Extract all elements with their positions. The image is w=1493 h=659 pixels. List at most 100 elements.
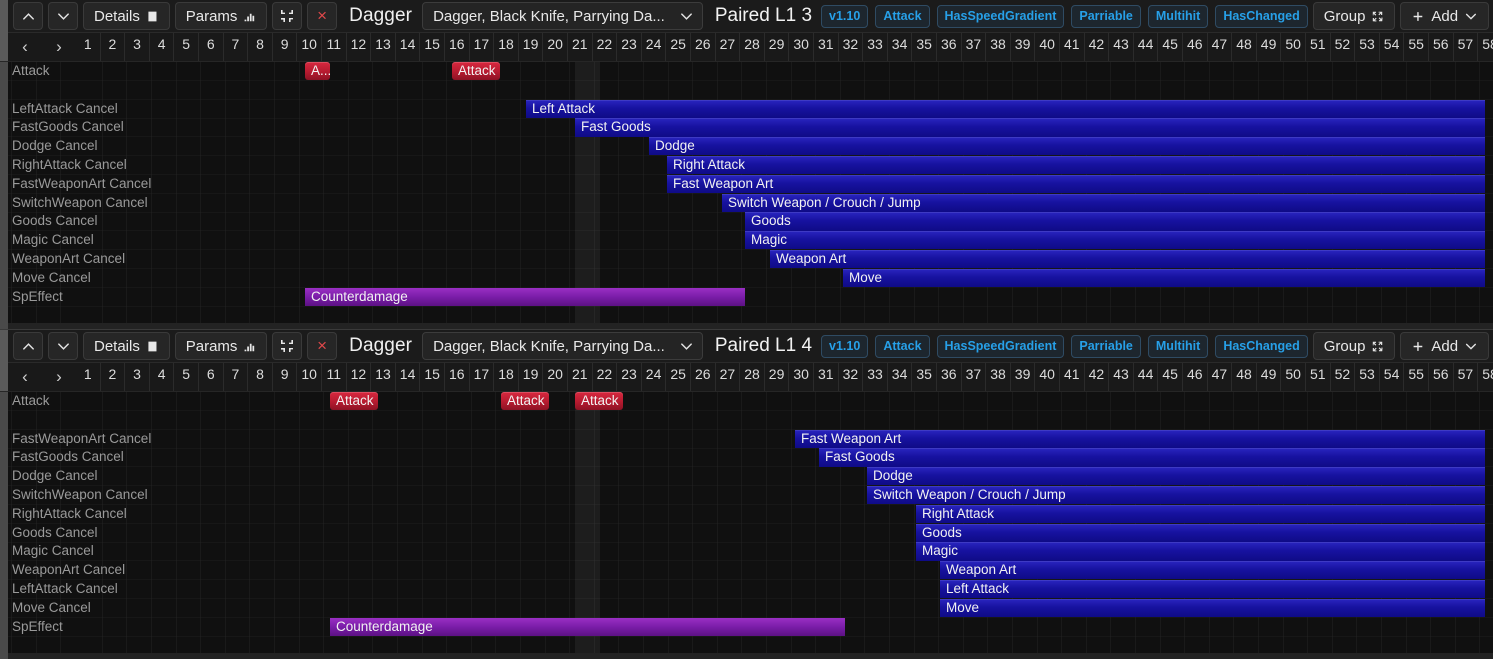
ruler-tick: 27 bbox=[716, 33, 741, 61]
ruler-next-button[interactable]: › bbox=[42, 363, 76, 391]
details-button[interactable]: Details bbox=[83, 332, 170, 360]
collapse-down-button[interactable] bbox=[48, 2, 78, 30]
ruler-tick: 35 bbox=[912, 33, 937, 61]
timeline-bar[interactable]: Counterdamage bbox=[330, 617, 845, 636]
ruler-prev-button[interactable]: ‹ bbox=[8, 363, 42, 391]
ruler-tick: 58 bbox=[1478, 363, 1493, 391]
collapse-down-button[interactable] bbox=[48, 332, 78, 360]
details-button[interactable]: Details bbox=[83, 2, 170, 30]
ruler-tick: 51 bbox=[1306, 33, 1331, 61]
row-label: Dodge Cancel bbox=[12, 138, 98, 154]
tag-parriable[interactable]: Parriable bbox=[1071, 4, 1141, 28]
fit-button[interactable] bbox=[272, 2, 303, 30]
ruler-tick: 39 bbox=[1011, 33, 1036, 61]
ruler-tick: 57 bbox=[1454, 363, 1479, 391]
timeline-bar[interactable]: Goods bbox=[745, 212, 1485, 231]
timeline-bar[interactable]: Left Attack bbox=[526, 99, 1485, 118]
add-button[interactable]: Add bbox=[1400, 332, 1489, 360]
tracks-bottom-bar bbox=[0, 653, 1493, 659]
weapon-select[interactable]: Dagger, Black Knife, Parrying Da... bbox=[422, 332, 703, 360]
close-button[interactable]: × bbox=[307, 2, 338, 30]
timeline-bar[interactable]: Fast Goods bbox=[575, 118, 1485, 137]
ruler-tick: 18 bbox=[494, 363, 519, 391]
tag-hasspeedgradient[interactable]: HasSpeedGradient bbox=[936, 334, 1065, 358]
timeline-bar[interactable]: Move bbox=[940, 598, 1485, 617]
group-button[interactable]: Group bbox=[1312, 332, 1396, 360]
timeline-row: Dodge Cancel Dodge bbox=[0, 467, 1493, 486]
fit-button[interactable] bbox=[272, 332, 303, 360]
timeline-bar[interactable]: Switch Weapon / Crouch / Jump bbox=[722, 193, 1485, 212]
collapse-arrows-icon bbox=[281, 340, 294, 352]
chevron-down-icon bbox=[57, 12, 69, 20]
timeline-bar[interactable]: Right Attack bbox=[916, 504, 1485, 523]
chevron-up-icon bbox=[22, 12, 34, 20]
row-label: WeaponArt Cancel bbox=[12, 251, 126, 266]
ruler-tick: 11 bbox=[322, 363, 347, 391]
ruler-prev-button[interactable]: ‹ bbox=[8, 33, 42, 61]
add-button[interactable]: Add bbox=[1400, 2, 1489, 30]
group-button[interactable]: Group bbox=[1312, 2, 1396, 30]
ruler-tick: 52 bbox=[1331, 33, 1356, 61]
tag-v110[interactable]: v1.10 bbox=[821, 334, 869, 358]
ruler-tick: 47 bbox=[1208, 33, 1233, 61]
timeline-row: Attack Attack Attack Attack bbox=[0, 392, 1493, 411]
tag-parriable[interactable]: Parriable bbox=[1071, 334, 1141, 358]
timeline-bar[interactable]: Right Attack bbox=[667, 156, 1485, 175]
timeline-bar[interactable]: Magic bbox=[745, 231, 1485, 250]
timeline-bar[interactable]: Switch Weapon / Crouch / Jump bbox=[867, 486, 1485, 505]
plus-icon bbox=[1414, 11, 1423, 21]
collapse-up-button[interactable] bbox=[13, 332, 43, 360]
timeline-row: RightAttack Cancel Right Attack bbox=[0, 504, 1493, 524]
timeline-bar[interactable]: Dodge bbox=[867, 467, 1485, 486]
timeline-bar[interactable]: Goods bbox=[916, 523, 1485, 542]
timeline-bar[interactable]: Attack bbox=[501, 392, 549, 411]
tag-v110[interactable]: v1.10 bbox=[821, 4, 869, 28]
animation-name: Paired L1 4 bbox=[714, 335, 813, 356]
timeline-bar[interactable]: A... bbox=[305, 62, 330, 81]
params-label: Params bbox=[185, 337, 238, 355]
timeline-bar[interactable]: Fast Weapon Art bbox=[667, 174, 1485, 193]
ruler-tick: 33 bbox=[863, 363, 888, 391]
ruler-tick: 29 bbox=[765, 363, 790, 391]
timeline-bar[interactable]: Dodge bbox=[649, 137, 1485, 156]
tag-attack[interactable]: Attack bbox=[875, 4, 930, 28]
timeline-bar[interactable]: Weapon Art bbox=[940, 561, 1485, 580]
timeline-bar[interactable]: Attack bbox=[330, 392, 378, 411]
tag-multihit[interactable]: Multihit bbox=[1147, 334, 1209, 358]
ruler-tick: 8 bbox=[248, 363, 273, 391]
params-button[interactable]: Params bbox=[174, 332, 268, 360]
timeline-bar[interactable]: Counterdamage bbox=[305, 287, 745, 306]
timeline-bar[interactable]: Weapon Art bbox=[770, 250, 1485, 269]
params-button[interactable]: Params bbox=[174, 2, 268, 30]
panel-toolbar: Details Params × Dagger Dagger, Black Knife,… bbox=[0, 0, 1493, 33]
weapon-select[interactable]: Dagger, Black Knife, Parrying Da... bbox=[422, 2, 703, 30]
ruler-tick: 21 bbox=[568, 33, 593, 61]
ruler-gutter bbox=[0, 363, 8, 391]
timeline-bar[interactable]: Magic bbox=[916, 542, 1485, 561]
timeline-bar[interactable]: Attack bbox=[452, 62, 500, 81]
tag-haschanged[interactable]: HasChanged bbox=[1215, 4, 1308, 28]
timeline-row: Attack A... Attack bbox=[0, 62, 1493, 81]
row-label: LeftAttack Cancel bbox=[12, 100, 118, 116]
tag-haschanged[interactable]: HasChanged bbox=[1215, 334, 1308, 358]
timeline-bar[interactable]: Move bbox=[843, 268, 1485, 287]
ruler-tick: 39 bbox=[1011, 363, 1036, 391]
collapse-up-button[interactable] bbox=[13, 2, 43, 30]
tag-attack[interactable]: Attack bbox=[875, 334, 930, 358]
add-label: Add bbox=[1431, 337, 1459, 355]
timeline-bar[interactable]: Left Attack bbox=[940, 580, 1485, 599]
timeline-bar[interactable]: Fast Weapon Art bbox=[795, 429, 1485, 448]
timeline-row: RightAttack Cancel Right Attack bbox=[0, 156, 1493, 175]
details-label: Details bbox=[94, 7, 140, 25]
timeline-bar[interactable]: Fast Goods bbox=[819, 448, 1485, 467]
ruler-tick: 48 bbox=[1232, 33, 1257, 61]
timeline-bar[interactable]: Attack bbox=[575, 392, 623, 411]
ruler-tick: 31 bbox=[814, 363, 839, 391]
weapon-title: Dagger bbox=[349, 5, 413, 26]
chevron-down-icon bbox=[57, 342, 69, 350]
tag-list: v1.10 Attack HasSpeedGradient Parriable Mult… bbox=[821, 334, 1308, 358]
ruler-next-button[interactable]: › bbox=[42, 33, 76, 61]
tag-hasspeedgradient[interactable]: HasSpeedGradient bbox=[936, 4, 1065, 28]
close-button[interactable]: × bbox=[307, 332, 338, 360]
tag-multihit[interactable]: Multihit bbox=[1147, 4, 1209, 28]
